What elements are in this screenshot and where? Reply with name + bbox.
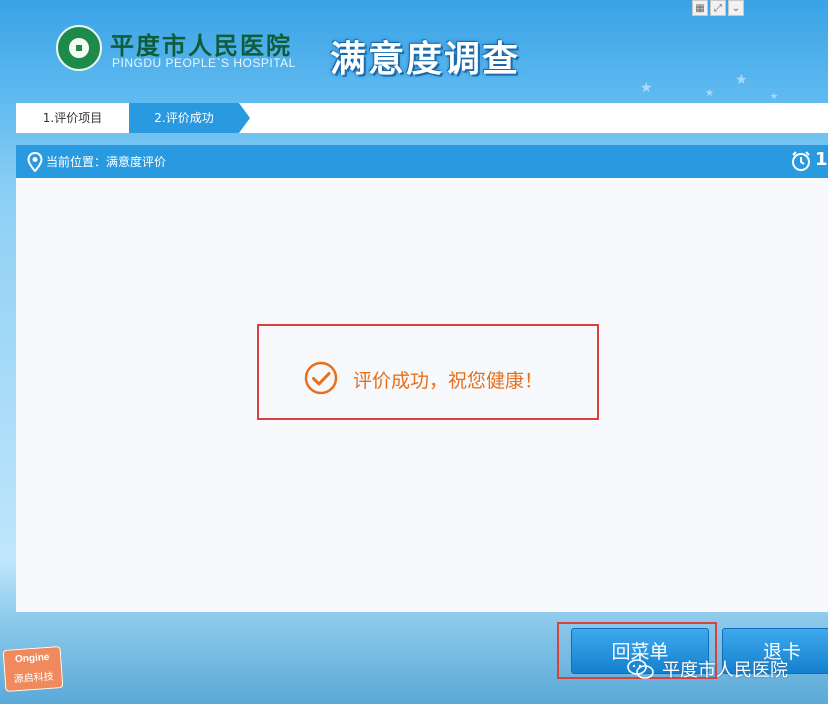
wechat-icon bbox=[627, 659, 654, 679]
star-decoration: ★ bbox=[735, 72, 748, 88]
window-controls: ▦ ⤢ ⌄ bbox=[692, 0, 744, 17]
panel-header: 当前位置：满意度评价 1 bbox=[16, 145, 828, 178]
star-decoration: ★ bbox=[705, 88, 714, 99]
brand-name-en: Ongine bbox=[14, 651, 50, 666]
countdown-timer: 1 bbox=[815, 149, 828, 170]
star-decoration: ★ bbox=[770, 92, 779, 102]
wechat-watermark: 平度市人民医院 bbox=[626, 656, 826, 682]
watermark-text: 平度市人民医院 bbox=[662, 660, 788, 681]
result-message-box: 评价成功，祝您健康！ bbox=[257, 324, 599, 420]
fullscreen-icon[interactable]: ⤢ bbox=[710, 0, 726, 16]
location-breadcrumb: 当前位置：满意度评价 bbox=[46, 155, 167, 169]
hospital-name-en: PINGDU PEOPLE`S HOSPITAL bbox=[112, 56, 296, 70]
step-evaluation-items: 1.评价项目 bbox=[16, 103, 129, 133]
step-evaluation-success: 2.评价成功 bbox=[129, 103, 239, 133]
chevron-down-icon[interactable]: ⌄ bbox=[728, 0, 744, 16]
brand-name-cn: 源启科技 bbox=[13, 671, 54, 686]
hospital-logo-icon bbox=[56, 25, 102, 71]
brand-logo: Ongine 源启科技 bbox=[2, 646, 64, 692]
step-bar: 1.评价项目 2.评价成功 bbox=[16, 103, 828, 133]
alarm-clock-icon bbox=[792, 151, 810, 171]
check-circle-icon bbox=[304, 361, 338, 395]
step-arrow bbox=[239, 103, 250, 133]
star-decoration: ★ bbox=[640, 80, 653, 96]
success-message: 评价成功，祝您健康！ bbox=[353, 370, 544, 392]
grid-icon[interactable]: ▦ bbox=[692, 0, 708, 16]
location-pin-icon bbox=[27, 152, 43, 172]
app-title: 满意度调查 bbox=[330, 39, 521, 80]
